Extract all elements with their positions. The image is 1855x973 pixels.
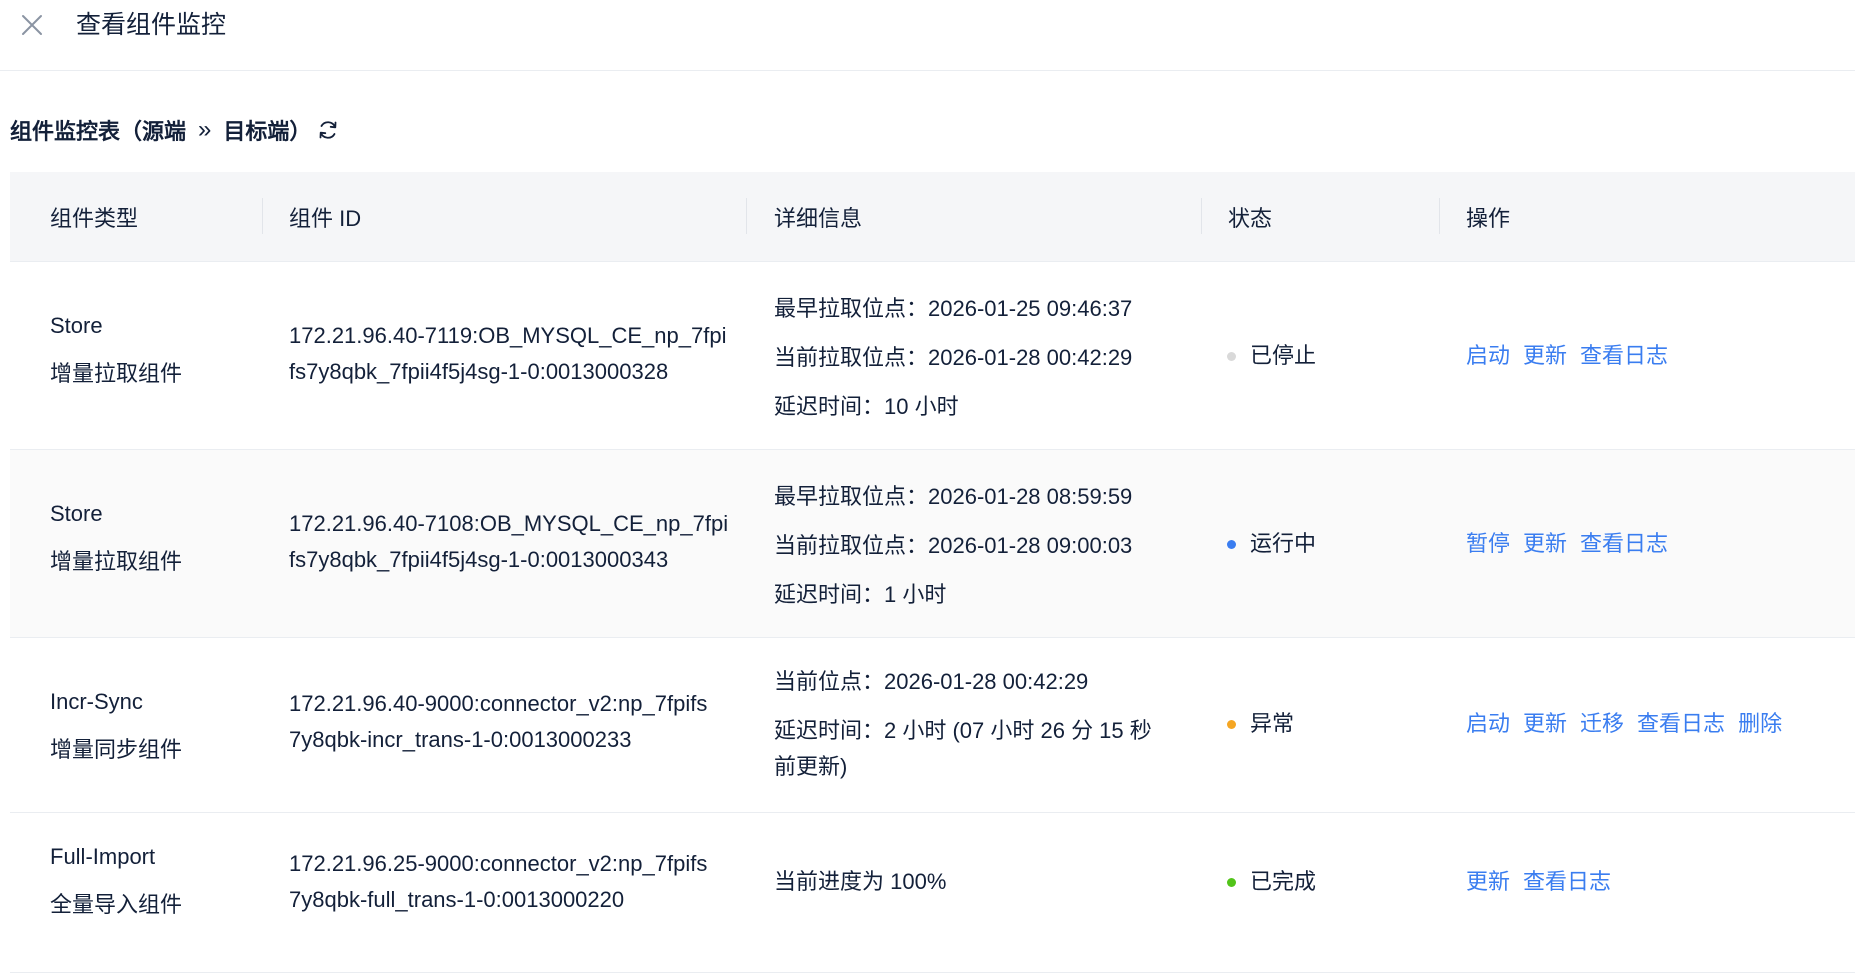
- component-type: Store 增量拉取组件: [50, 302, 182, 398]
- column-header-type: 组件类型: [50, 206, 139, 231]
- component-id-line: fs7y8qbk_7fpii4f5j4sg-1-0:0013000328: [289, 359, 669, 384]
- update-button[interactable]: 更新: [1523, 706, 1567, 742]
- status-dot-icon: [1227, 877, 1236, 887]
- component-id-line: 172.21.96.40-7119:OB_MYSQL_CE_np_7fpi: [289, 323, 727, 348]
- table-row: Full-Import 全量导入组件 172.21.96.25-9000:con…: [10, 813, 1855, 973]
- detail-info: 当前位点：2026-01-28 00:42:29 延迟时间：2 小时 (07 小…: [774, 664, 1194, 785]
- table-row: Store 增量拉取组件 172.21.96.40-7108:OB_MYSQL_…: [10, 450, 1855, 638]
- component-id: 172.21.96.25-9000:connector_v2:np_7fpifs…: [289, 846, 729, 918]
- update-button[interactable]: 更新: [1466, 864, 1510, 900]
- status-badge: 已停止: [1227, 338, 1316, 374]
- migrate-button[interactable]: 迁移: [1580, 706, 1624, 742]
- detail-line: 延迟时间：2 小时 (07 小时 26 分 15 秒: [774, 718, 1152, 743]
- section-title-suffix: 目标端）: [223, 119, 312, 144]
- detail-line: 当前位点：2026-01-28 00:42:29: [774, 669, 1089, 694]
- column-header-detail: 详细信息: [774, 206, 863, 231]
- column-divider: [746, 198, 747, 234]
- component-type-cn: 全量导入组件: [50, 892, 183, 917]
- detail-line: 延迟时间：10 小时: [774, 394, 959, 419]
- status-badge: 异常: [1227, 706, 1294, 742]
- detail-line: 当前拉取位点：2026-01-28 00:42:29: [774, 345, 1133, 370]
- column-header-id: 组件 ID: [289, 206, 362, 231]
- view-log-button[interactable]: 查看日志: [1523, 864, 1611, 900]
- page-title: 查看组件监控: [76, 11, 227, 39]
- delete-button[interactable]: 删除: [1738, 706, 1782, 742]
- status-text: 已完成: [1250, 869, 1317, 894]
- detail-line: 最早拉取位点：2026-01-25 09:46:37: [774, 296, 1133, 321]
- component-id-line: 7y8qbk-full_trans-1-0:0013000220: [289, 887, 625, 912]
- component-type-en: Full-Import: [50, 844, 156, 869]
- component-type-en: Store: [50, 501, 103, 526]
- component-type: Full-Import 全量导入组件: [50, 833, 182, 929]
- column-divider: [1439, 198, 1440, 234]
- close-button[interactable]: [17, 10, 47, 40]
- component-type-cn: 增量拉取组件: [50, 361, 183, 386]
- section-title-prefix: 组件监控表（源端: [10, 119, 187, 144]
- row-actions: 启动 更新 迁移 查看日志 删除: [1466, 706, 1795, 742]
- drawer-header: 查看组件监控: [0, 0, 1855, 71]
- status-text: 异常: [1250, 711, 1295, 736]
- status-badge: 运行中: [1227, 526, 1316, 562]
- column-divider: [262, 198, 263, 234]
- detail-info: 最早拉取位点：2026-01-28 08:59:59 当前拉取位点：2026-0…: [774, 472, 1194, 619]
- column-divider: [1201, 198, 1202, 234]
- start-button[interactable]: 启动: [1466, 338, 1510, 374]
- status-dot-icon: [1227, 351, 1236, 361]
- column-header-status: 状态: [1228, 206, 1273, 231]
- status-dot-icon: [1227, 539, 1236, 549]
- section-title: 组件监控表（源端 » 目标端）: [10, 110, 339, 150]
- component-type-cn: 增量同步组件: [50, 737, 183, 762]
- component-type-cn: 增量拉取组件: [50, 549, 183, 574]
- component-type-en: Incr-Sync: [50, 689, 143, 714]
- table-header: 组件类型 组件 ID 详细信息 状态 操作: [10, 172, 1855, 262]
- component-id-line: 172.21.96.25-9000:connector_v2:np_7fpifs: [289, 851, 708, 876]
- component-id-line: fs7y8qbk_7fpii4f5j4sg-1-0:0013000343: [289, 547, 669, 572]
- pause-button[interactable]: 暂停: [1466, 526, 1510, 562]
- detail-line: 前更新): [774, 754, 848, 779]
- component-type: Store 增量拉取组件: [50, 490, 182, 586]
- close-icon: [17, 10, 47, 40]
- detail-line: 延迟时间：1 小时: [774, 582, 947, 607]
- table-row: Store 增量拉取组件 172.21.96.40-7119:OB_MYSQL_…: [10, 262, 1855, 450]
- start-button[interactable]: 启动: [1466, 706, 1510, 742]
- column-header-ops: 操作: [1466, 206, 1511, 231]
- update-button[interactable]: 更新: [1523, 526, 1567, 562]
- component-id: 172.21.96.40-7119:OB_MYSQL_CE_np_7fpi fs…: [289, 318, 729, 390]
- component-id: 172.21.96.40-9000:connector_v2:np_7fpifs…: [289, 686, 729, 758]
- component-id-line: 172.21.96.40-7108:OB_MYSQL_CE_np_7fpi: [289, 511, 729, 536]
- status-badge: 已完成: [1227, 864, 1316, 900]
- refresh-icon[interactable]: [317, 119, 339, 141]
- status-text: 已停止: [1250, 343, 1317, 368]
- component-type: Incr-Sync 增量同步组件: [50, 678, 182, 774]
- row-actions: 暂停 更新 查看日志: [1466, 526, 1681, 562]
- detail-line: 当前进度为 100%: [774, 869, 947, 894]
- detail-info: 当前进度为 100%: [774, 864, 1194, 900]
- double-arrow-icon: »: [198, 116, 212, 143]
- status-text: 运行中: [1250, 531, 1317, 556]
- row-actions: 启动 更新 查看日志: [1466, 338, 1681, 374]
- component-id-line: 7y8qbk-incr_trans-1-0:0013000233: [289, 727, 632, 752]
- update-button[interactable]: 更新: [1523, 338, 1567, 374]
- detail-info: 最早拉取位点：2026-01-25 09:46:37 当前拉取位点：2026-0…: [774, 284, 1194, 431]
- view-log-button[interactable]: 查看日志: [1580, 526, 1668, 562]
- table-row: Incr-Sync 增量同步组件 172.21.96.40-9000:conne…: [10, 638, 1855, 813]
- status-dot-icon: [1227, 719, 1236, 729]
- detail-line: 最早拉取位点：2026-01-28 08:59:59: [774, 484, 1133, 509]
- component-monitor-table: 组件类型 组件 ID 详细信息 状态 操作 Store 增量拉取组件 172.2…: [10, 172, 1855, 973]
- row-actions: 更新 查看日志: [1466, 864, 1624, 900]
- view-log-button[interactable]: 查看日志: [1637, 706, 1725, 742]
- component-id: 172.21.96.40-7108:OB_MYSQL_CE_np_7fpi fs…: [289, 506, 729, 578]
- component-type-en: Store: [50, 313, 103, 338]
- detail-line: 当前拉取位点：2026-01-28 09:00:03: [774, 533, 1133, 558]
- component-id-line: 172.21.96.40-9000:connector_v2:np_7fpifs: [289, 691, 708, 716]
- view-log-button[interactable]: 查看日志: [1580, 338, 1668, 374]
